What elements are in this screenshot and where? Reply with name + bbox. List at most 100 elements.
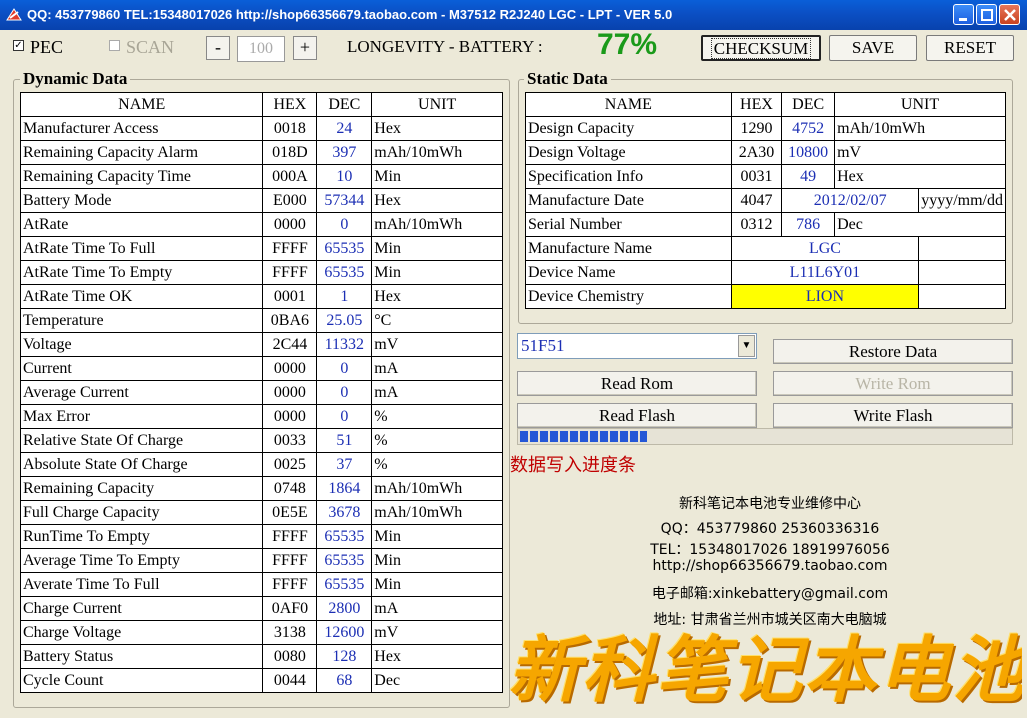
row-unit: yyyy/mm/dd <box>918 188 1006 213</box>
row-hex: 0033 <box>262 428 318 453</box>
row-name: Manufacture Name <box>525 236 732 261</box>
maximize-button[interactable] <box>976 4 997 25</box>
row-hex: 0000 <box>262 356 318 381</box>
table-row: RunTime To Empty FFFF 65535 Min <box>19 524 503 549</box>
table-row: Voltage 2C44 11332 mV <box>19 332 503 357</box>
row-name: Specification Info <box>525 164 732 189</box>
table-row: Battery Status 0080 128 Hex <box>19 644 503 669</box>
row-dec: 68 <box>316 668 373 693</box>
row-dec: 786 <box>781 212 836 237</box>
column-header: NAME <box>525 92 732 117</box>
shop-email: 电子邮箱:xinkebattery@gmail.com <box>651 586 889 602</box>
row-unit: Min <box>371 236 503 261</box>
row-dec: 4752 <box>781 116 836 141</box>
table-row: Remaining Capacity 0748 1864 mAh/10mWh <box>19 476 503 501</box>
row-hex: 0E5E <box>262 500 318 525</box>
table-row: Device Chemistry LION <box>525 284 1006 309</box>
row-unit: % <box>371 428 503 453</box>
scan-checkbox[interactable] <box>109 40 120 51</box>
chevron-down-icon[interactable]: ▼ <box>738 335 755 357</box>
table-row: Relative State Of Charge 0033 51% <box>19 428 503 453</box>
row-hex: 0000 <box>262 404 318 429</box>
table-row: Absolute State Of Charge 0025 37% <box>19 452 503 477</box>
table-row: Average Current 0000 0 mA <box>19 380 503 405</box>
row-hex: 0000 <box>262 380 318 405</box>
pec-checkbox[interactable]: ✓ <box>13 40 24 51</box>
row-hex: 1290 <box>730 116 783 141</box>
column-header: HEX <box>262 92 318 117</box>
row-dec: 49 <box>781 164 836 189</box>
row-name: AtRate Time OK <box>19 284 264 309</box>
table-row: AtRate Time To Empty FFFF 65535 Min <box>19 260 503 285</box>
row-name: Remaining Capacity Alarm <box>19 140 264 165</box>
scan-label: SCAN <box>126 37 175 57</box>
row-name: Cycle Count <box>19 668 264 693</box>
row-unit: mV <box>371 620 503 645</box>
checksum-label: CHECKSUM <box>710 38 812 59</box>
reset-button[interactable]: RESET <box>926 35 1014 61</box>
row-name: AtRate <box>19 212 264 237</box>
row-hex: 2A30 <box>730 140 783 165</box>
row-unit: Hex <box>371 284 503 309</box>
row-name: Current <box>19 356 264 381</box>
dynamic-data-title: Dynamic Data <box>20 69 131 89</box>
write-rom-button[interactable]: Write Rom <box>773 371 1013 396</box>
row-unit: Min <box>371 524 503 549</box>
increment-button[interactable]: + <box>293 36 317 60</box>
table-row: Charge Voltage 3138 12600 mV <box>19 620 503 645</box>
scan-interval-input[interactable]: 100 <box>237 36 285 62</box>
row-dec: 57344 <box>316 188 373 213</box>
table-row: Design Voltage 2A30 10800 mV <box>525 140 1006 165</box>
table-row: Average Time To Empty FFFF 65535 Min <box>19 548 503 573</box>
row-unit: Hex <box>371 644 503 669</box>
row-hex: 0000 <box>262 212 318 237</box>
close-button[interactable] <box>999 4 1020 25</box>
column-header: DEC <box>781 92 836 117</box>
row-dec: 128 <box>316 644 373 669</box>
minimize-button[interactable] <box>953 4 974 25</box>
row-name: Remaining Capacity <box>19 476 264 501</box>
table-row: Cycle Count 0044 68 Dec <box>19 668 503 693</box>
table-row: Manufacturer Access 0018 24 Hex <box>19 116 503 141</box>
table-row: Design Capacity 1290 4752 mAh/10mWh <box>525 116 1006 141</box>
read-rom-button[interactable]: Read Rom <box>517 371 757 396</box>
row-dec: 65535 <box>316 572 373 597</box>
write-flash-button[interactable]: Write Flash <box>773 403 1013 428</box>
row-unit: % <box>371 452 503 477</box>
row-hex: 0080 <box>262 644 318 669</box>
row-dec: 65535 <box>316 548 373 573</box>
row-name: Charge Current <box>19 596 264 621</box>
row-unit: Hex <box>371 188 503 213</box>
row-name: Averate Time To Full <box>19 572 264 597</box>
read-flash-button[interactable]: Read Flash <box>517 403 757 428</box>
row-unit: mAh/10mWh <box>371 476 503 501</box>
row-hex: 000A <box>262 164 318 189</box>
static-data-title: Static Data <box>524 69 611 89</box>
row-dec: 37 <box>316 452 373 477</box>
model-select[interactable]: 51F51 ▼ <box>517 333 757 359</box>
pec-label: PEC <box>30 37 64 57</box>
restore-data-button[interactable]: Restore Data <box>773 339 1013 364</box>
table-row: Averate Time To Full FFFF 65535 Min <box>19 572 503 597</box>
save-button[interactable]: SAVE <box>829 35 917 61</box>
checksum-button[interactable]: CHECKSUM <box>701 35 821 61</box>
write-progress-bar <box>517 428 1013 445</box>
row-hex: E000 <box>262 188 318 213</box>
shop-address: 地址: 甘肃省兰州市城关区南大电脑城 <box>653 612 887 628</box>
row-name: Relative State Of Charge <box>19 428 264 453</box>
progress-caption: 数据写入进度条 <box>510 455 636 476</box>
row-name: Device Chemistry <box>525 284 732 309</box>
row-dec: 65535 <box>316 260 373 285</box>
minimize-icon <box>959 18 967 21</box>
row-value: LION <box>730 284 920 309</box>
app-icon <box>6 8 22 21</box>
row-hex: 0748 <box>262 476 318 501</box>
title-bar: QQ: 453779860 TEL:15348017026 http://sho… <box>0 0 1027 30</box>
close-icon <box>1004 9 1016 21</box>
table-row: Remaining Capacity Time 000A 10 Min <box>19 164 503 189</box>
decrement-button[interactable]: - <box>206 36 230 60</box>
row-dec: 2012/02/07 <box>781 188 920 213</box>
shop-url: http://shop66356679.taobao.com <box>652 558 888 574</box>
row-unit: mAh/10mWh <box>371 500 503 525</box>
row-dec: 0 <box>316 404 373 429</box>
